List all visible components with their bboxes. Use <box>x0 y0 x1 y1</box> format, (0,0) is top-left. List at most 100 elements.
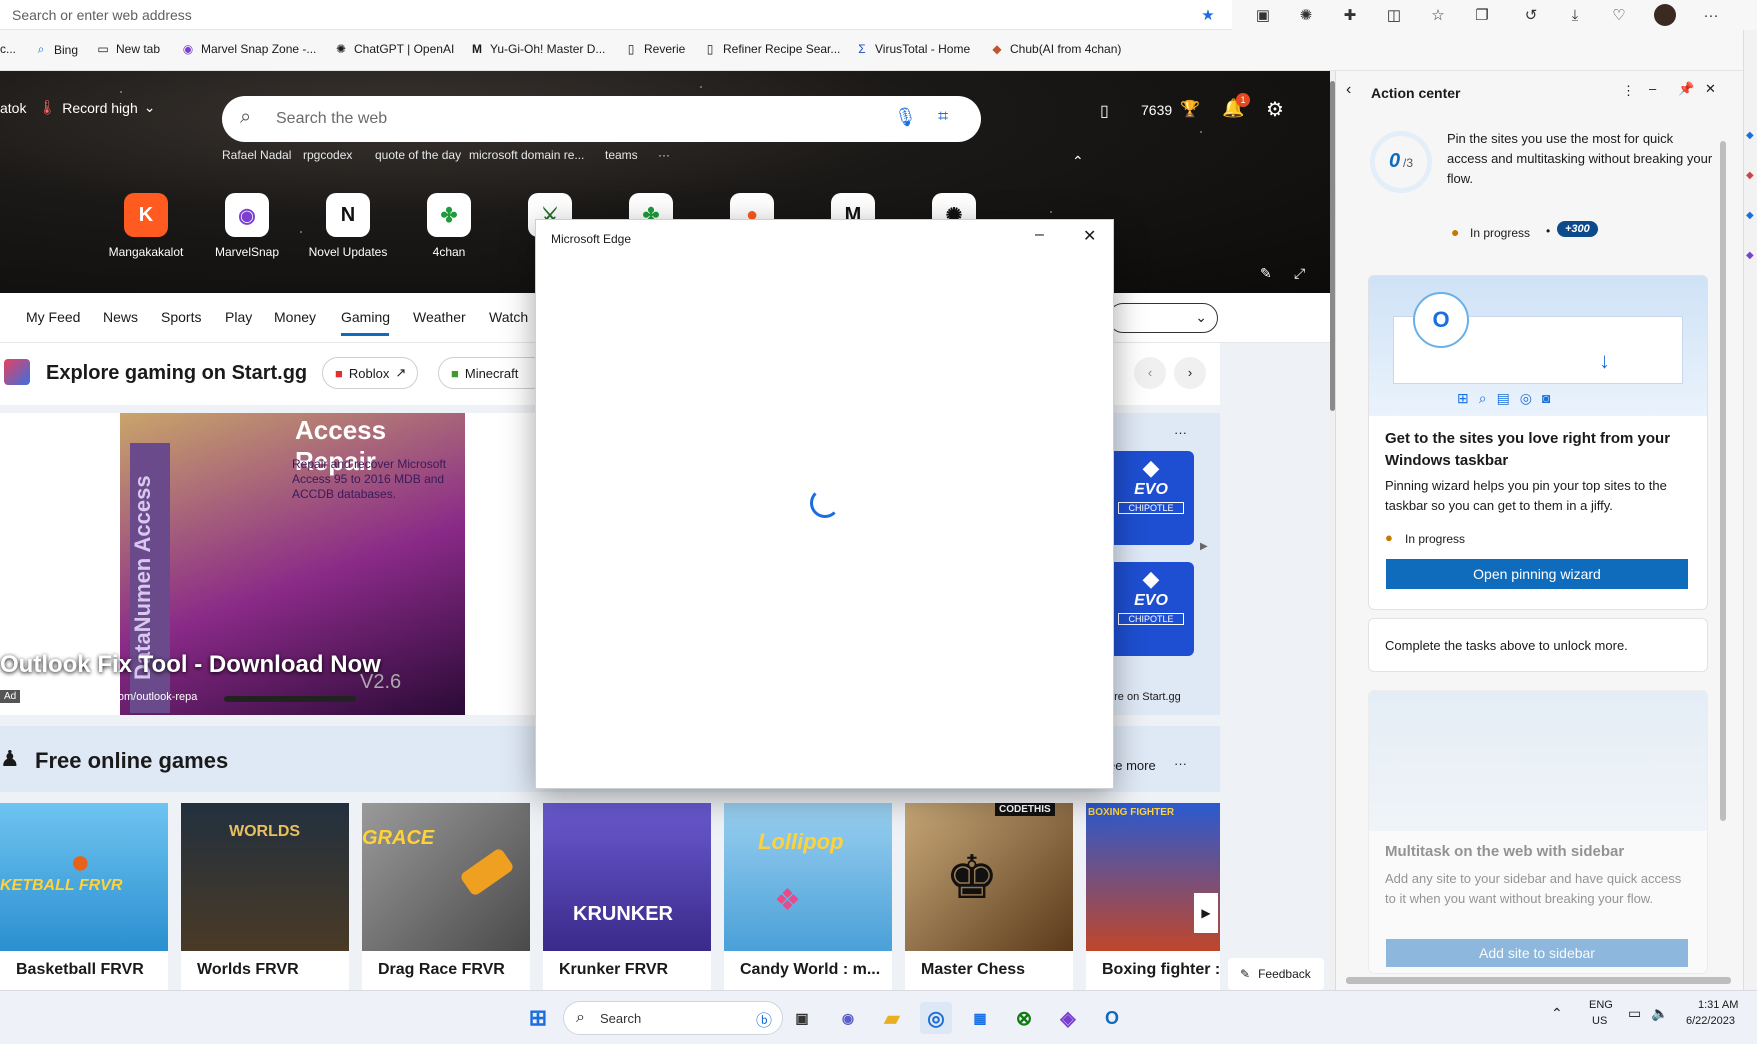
bookmark-item[interactable]: M Yu-Gi-Oh! Master D... <box>470 42 605 56</box>
nav-tab-play[interactable]: Play <box>225 309 252 325</box>
history-icon[interactable]: ↺ <box>1518 3 1544 27</box>
settings-gear-icon[interactable]: ⚙ <box>1266 97 1284 122</box>
panel-scrollbar[interactable] <box>1720 141 1726 821</box>
next-arrow-icon[interactable]: › <box>1174 357 1206 389</box>
sidebar-app-icon[interactable]: ◆ <box>1746 250 1754 261</box>
customize-icon[interactable]: ✎ <box>1260 265 1272 282</box>
game-card[interactable]: KETBALL FRVR ● Basketball FRVR <box>0 803 168 990</box>
file-explorer-icon[interactable]: ▰ <box>876 1002 908 1034</box>
nav-tab-money[interactable]: Money <box>274 309 316 325</box>
language-label[interactable]: ENG <box>1589 999 1613 1011</box>
bookmark-item[interactable]: ◆ Chub(AI from 4chan) <box>990 42 1121 56</box>
phone-icon[interactable]: ▯ <box>1100 101 1109 121</box>
nav-tab-sports[interactable]: Sports <box>161 309 201 325</box>
add-site-to-sidebar-button[interactable]: Add site to sidebar <box>1386 939 1688 967</box>
ad-card[interactable]: DataNumen Access Access Repair Repair an… <box>0 413 535 715</box>
close-icon[interactable]: ✕ <box>1083 226 1096 246</box>
carousel-dots[interactable] <box>224 696 356 702</box>
address-bar[interactable]: Search or enter web address <box>0 0 1232 30</box>
nav-tab-my-feed[interactable]: My Feed <box>26 309 80 325</box>
start-button-icon[interactable]: ⊞ <box>522 1002 554 1034</box>
favorite-star-icon[interactable]: ★ <box>1195 3 1221 27</box>
prev-arrow-icon[interactable]: ‹ <box>1134 357 1166 389</box>
next-arrow-icon[interactable]: ▶ <box>1194 893 1218 933</box>
bookmark-item[interactable]: ✺ ChatGPT | OpenAI <box>334 42 454 56</box>
back-arrow-icon[interactable]: ‹ <box>1346 81 1351 99</box>
nav-tab-weather[interactable]: Weather <box>413 309 466 325</box>
rewards-points[interactable]: 7639 <box>1141 102 1172 118</box>
trending-more[interactable]: ··· <box>658 148 670 162</box>
quick-link-tile[interactable]: N Novel Updates <box>298 193 398 259</box>
bookmark-item[interactable]: Σ VirusTotal - Home <box>855 42 970 56</box>
trending-link[interactable]: quote of the day <box>375 148 461 162</box>
minimize-icon[interactable]: – <box>1649 81 1656 96</box>
feedback-button[interactable]: ✎ Feedback <box>1228 958 1324 990</box>
favorites-icon[interactable]: ☆ <box>1425 3 1451 27</box>
game-card[interactable]: CODETHIS ♚ Master Chess <box>905 803 1073 990</box>
open-pinning-wizard-button[interactable]: Open pinning wizard <box>1386 559 1688 589</box>
more-options-icon[interactable]: ··· <box>1174 425 1187 440</box>
game-card[interactable]: KRUNKER Krunker FRVR <box>543 803 711 990</box>
game-card[interactable]: WORLDS Worlds FRVR <box>181 803 349 990</box>
more-options-icon[interactable]: ··· <box>1174 756 1187 771</box>
more-options-icon[interactable]: ⋮ <box>1622 83 1635 99</box>
trending-link[interactable]: Rafael Nadal <box>222 148 291 162</box>
game-card[interactable]: Lollipop ❖ Candy World : m... <box>724 803 892 990</box>
downloads-icon[interactable]: ⤓ <box>1562 3 1588 27</box>
bookmark-item[interactable]: ▯ Reverie <box>624 42 686 56</box>
clock-time[interactable]: 1:31 AM <box>1698 999 1738 1011</box>
microphone-icon[interactable]: 🎙 <box>894 107 917 128</box>
bookmark-item[interactable]: ▭ New tab <box>96 42 160 56</box>
quick-link-tile[interactable]: ✤ 4chan <box>399 193 499 259</box>
edge-icon[interactable]: ◎ <box>920 1002 952 1034</box>
expand-icon[interactable]: ⤢ <box>1294 265 1305 282</box>
nav-tab-watch[interactable]: Watch <box>489 309 528 325</box>
pin-icon[interactable]: 📌 <box>1678 81 1694 97</box>
game-card[interactable]: GRACE Drag Race FRVR <box>362 803 530 990</box>
bookmark-item[interactable]: ▯ Refiner Recipe Sear... <box>703 42 841 56</box>
quick-link-tile[interactable]: K Mangakakalot <box>96 193 196 259</box>
startgg-more-link[interactable]: ore on Start.gg <box>1108 691 1181 703</box>
teams-chat-icon[interactable]: ◉ <box>832 1002 864 1034</box>
visual-search-icon[interactable]: ⌗ <box>938 106 948 127</box>
scroll-right-icon[interactable]: ▶ <box>1200 541 1208 552</box>
sidebar-app-icon[interactable]: ◆ <box>1746 210 1754 221</box>
profile-avatar[interactable] <box>1652 3 1678 27</box>
quick-link-tile[interactable]: ◉ MarvelSnap <box>197 193 297 259</box>
chip-minecraft[interactable]: ■ Minecraft <box>438 357 548 389</box>
evo-event-card[interactable]: ◆ EVO CHIPOTLE <box>1108 451 1194 545</box>
extensions-puzzle-icon[interactable]: ✚ <box>1337 3 1363 27</box>
ad-headline[interactable]: Outlook Fix Tool - Download Now <box>0 651 381 679</box>
collapse-chevron-icon[interactable]: ⌃ <box>1072 153 1084 170</box>
bookmark-item[interactable]: ◉ Marvel Snap Zone -... <box>181 42 317 56</box>
ad-url[interactable]: www.datanumen.com/outlook-repa <box>28 691 197 703</box>
store-icon[interactable]: ▦ <box>964 1002 996 1034</box>
trending-link[interactable]: rpgcodex <box>303 148 352 162</box>
split-screen-icon[interactable]: ◫ <box>1381 3 1407 27</box>
chatgpt-extension-icon[interactable]: ✺ <box>1293 3 1319 27</box>
sidebar-app-icon[interactable]: ◆ <box>1746 170 1754 181</box>
bookmark-item[interactable]: c... <box>0 42 16 56</box>
game-card[interactable]: BOXING FIGHTER ▶ Boxing fighter : <box>1086 803 1220 990</box>
messenger-icon[interactable]: ◈ <box>1052 1002 1084 1034</box>
browser-essentials-icon[interactable]: ♡ <box>1606 3 1632 27</box>
sidebar-app-icon[interactable]: ◆ <box>1746 130 1754 141</box>
bookmark-item[interactable]: ⌕ Bing <box>34 42 78 57</box>
nav-tab-gaming[interactable]: Gaming <box>341 309 390 325</box>
tray-chevron-icon[interactable]: ⌃ <box>1551 1005 1563 1022</box>
xbox-icon[interactable]: ⊗ <box>1008 1002 1040 1034</box>
outlook-icon[interactable]: O <box>1096 1002 1128 1034</box>
trending-link[interactable]: teams <box>605 148 638 162</box>
clock-date[interactable]: 6/22/2023 <box>1686 1015 1735 1027</box>
extension-icon[interactable]: ▣ <box>1250 3 1276 27</box>
network-icon[interactable]: ▭ <box>1628 1005 1641 1022</box>
nav-tab-news[interactable]: News <box>103 309 138 325</box>
layout-dropdown[interactable]: ⌄ <box>1108 303 1218 333</box>
close-icon[interactable]: ✕ <box>1705 81 1716 97</box>
chip-roblox[interactable]: ■ Roblox ↗ <box>322 357 418 389</box>
minimize-icon[interactable]: – <box>1035 226 1044 244</box>
weather-widget[interactable]: atok 🌡 Record high ⌄ <box>0 99 155 116</box>
taskbar-search[interactable]: ⌕ Search ⓑ <box>563 1001 783 1035</box>
trending-link[interactable]: microsoft domain re... <box>469 148 584 162</box>
evo-event-card[interactable]: ◆ EVO CHIPOTLE <box>1108 562 1194 656</box>
